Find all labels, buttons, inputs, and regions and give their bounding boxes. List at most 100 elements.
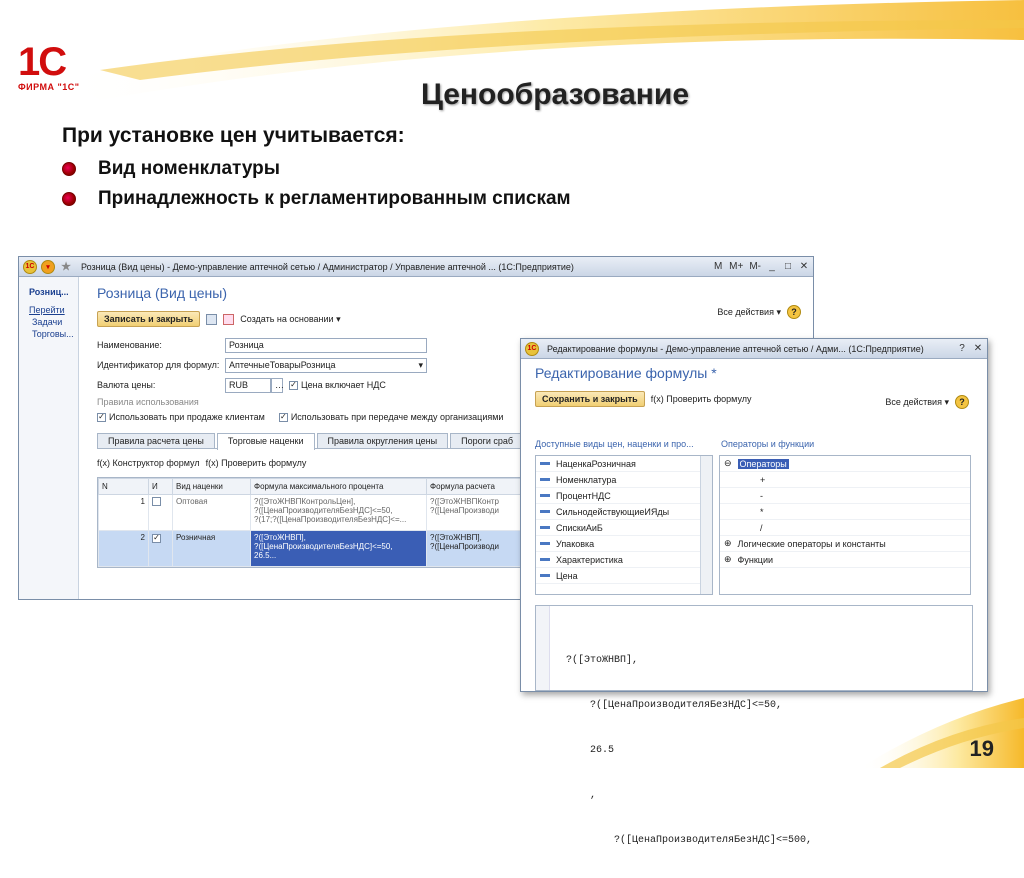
name-label: Наименование: [97,340,162,350]
cell-use[interactable]: ✓ [148,530,173,567]
window1-title-buttons: M M+ M- _ □ ✕ [713,261,809,272]
sidebar-group-goto[interactable]: Перейти [29,305,78,315]
help-button[interactable]: ? [957,343,967,354]
editor-actions: Все действия ▾ ? [885,395,969,409]
expand-icon: ⊕ [724,538,732,548]
formula-constructor-button[interactable]: f(x) Конструктор формул [97,458,200,468]
sidebar-item-current[interactable]: Розниц... [29,287,78,297]
available-types-list[interactable]: НаценкаРозничная Номенклатура ПроцентНДС… [535,455,713,595]
list-item[interactable]: ПроцентНДС [536,488,712,504]
currency-select-button[interactable]: … [271,377,284,393]
dropdown-icon: ▾ [418,359,423,370]
vat-checkbox[interactable]: ✓ [289,380,298,390]
app-1c-icon[interactable]: 1С [525,341,539,356]
app-1c-icon[interactable]: 1С [23,259,37,274]
use-transfer-checkbox[interactable]: ✓ [278,412,288,422]
formula-check-icon: f(x) [205,458,219,468]
window1-title: Розница (Вид цены) - Демо-управление апт… [81,261,574,272]
help-icon[interactable]: ? [955,395,969,409]
all-actions-button[interactable]: Все действия ▾ [717,307,781,318]
save-close-button[interactable]: Сохранить и закрыть [535,391,645,407]
list-item[interactable]: Характеристика [536,552,712,568]
cell-kind: Оптовая [172,494,251,531]
sidebar-item-trade[interactable]: Торговы... [29,329,78,339]
tree-item[interactable]: / [720,520,970,536]
maximize-button[interactable]: □ [783,261,793,272]
bullet-item: Принадлежность к регламентированным спис… [62,184,571,214]
collapse-icon: ⊖ [724,458,732,468]
close-button[interactable]: ✕ [799,261,809,272]
tab-rounding[interactable]: Правила округления цены [316,433,449,448]
tree-item[interactable]: + [720,472,970,488]
table-header-row: N И Вид наценки Формула максимального пр… [98,478,536,495]
save-icon[interactable] [206,313,218,325]
currency-input[interactable]: RUB [225,377,271,393]
form-toolbar: Записать и закрыть Создать на основании … [97,309,809,329]
memory-m-button[interactable]: M [713,261,723,272]
cell-use[interactable] [148,494,173,531]
col-kind[interactable]: Вид наценки [172,478,251,495]
tree-group-functions[interactable]: ⊕ Функции [720,552,970,568]
cell-formula[interactable]: ?([ЭтоЖНВП], ?([ЦенаПроизводителяБезНДС]… [250,530,427,567]
bullet-text: Принадлежность к регламентированным спис… [98,188,571,209]
window2-title: Редактирование формулы - Демо-управление… [547,343,924,354]
tab-price-rules[interactable]: Правила расчета цены [97,433,215,448]
code-line: ?([ЭтоЖНВП], [566,655,639,666]
minimize-button[interactable]: _ [767,261,777,272]
nav-sidebar: Розниц... Перейти Задачи Торговы... [19,277,79,599]
use-sale-label: Использовать при продаже клиентам [109,412,265,422]
memory-mplus-button[interactable]: M+ [729,261,743,272]
window1-titlebar[interactable]: 1С ▾ ★ Розница (Вид цены) - Демо-управле… [19,257,813,277]
formula-icon: f(x) [97,458,110,468]
window2-titlebar[interactable]: 1С Редактирование формулы - Демо-управле… [521,339,987,359]
actions-area: Все действия ▾ ? [717,305,801,319]
sidebar-item-tasks[interactable]: Задачи [29,317,78,327]
cell-n: 1 [98,494,149,531]
col-n[interactable]: N [98,478,149,495]
tab-markups[interactable]: Торговые наценки [216,433,315,450]
save-close-button[interactable]: Записать и закрыть [97,311,201,327]
col-max-formula[interactable]: Формула максимального процента [250,478,427,495]
slide-title: Ценообразование [420,78,690,111]
name-input[interactable]: Розница [225,337,427,353]
code-line: , [566,790,597,801]
formula-code-editor[interactable]: ?([ЭтоЖНВП], ?([ЦенаПроизводителяБезНДС]… [535,605,973,846]
list-item[interactable]: СильнодействующиеИЯды [536,504,712,520]
list-item[interactable]: Цена [536,568,712,584]
operators-tree[interactable]: ⊖ Операторы + - * / ⊕ Логические операторы… [719,455,971,595]
tab-thresholds[interactable]: Пороги сраб [450,433,525,448]
tree-item[interactable]: * [720,504,970,520]
tree-group-operators[interactable]: ⊖ Операторы [720,456,970,472]
check-formula-button[interactable]: f(x) Проверить формулу [651,394,752,404]
scrollbar[interactable] [700,456,712,594]
vat-label: Цена включает НДС [301,380,386,390]
table-row[interactable]: 1 Оптовая ?([ЭтоЖНВПКонтрольЦен], ?([Цен… [98,494,536,531]
list-item[interactable]: СпискиАиБ [536,520,712,536]
formula-id-input[interactable]: АптечныеТоварыРозница ▾ [225,357,427,373]
all-actions-button[interactable]: Все действия ▾ [885,397,949,408]
col-use[interactable]: И [148,478,173,495]
formula-editor-window: 1С Редактирование формулы - Демо-управле… [520,338,988,846]
list-item[interactable]: НаценкаРозничная [536,456,712,472]
delete-icon[interactable] [223,313,235,325]
tree-item[interactable]: - [720,488,970,504]
tree-group-logic[interactable]: ⊕ Логические операторы и константы [720,536,970,552]
menu-arrow-icon[interactable]: ▾ [41,259,55,274]
list-item[interactable]: Упаковка [536,536,712,552]
bullet-list: Вид номенклатуры Принадлежность к реглам… [62,154,571,214]
list-item[interactable]: Номенклатура [536,472,712,488]
help-icon[interactable]: ? [787,305,801,319]
cell-n: 2 [98,530,149,567]
create-based-button[interactable]: Создать на основании ▾ [240,314,340,325]
page-number: 19 [969,736,994,761]
code-gutter [536,606,550,690]
window2-content: Редактирование формулы * Сохранить и зак… [521,359,987,846]
memory-mminus-button[interactable]: M- [749,261,761,272]
table-row[interactable]: 2 ✓ Розничная ?([ЭтоЖНВП], ?([ЦенаПроизв… [98,530,536,567]
bullet-icon [62,162,76,176]
close-button[interactable]: ✕ [973,343,983,354]
favorite-star-icon[interactable]: ★ [59,260,73,274]
check-formula-button[interactable]: f(x) Проверить формулу [206,458,307,468]
use-sale-checkbox[interactable]: ✓ [97,412,106,422]
cell-formula[interactable]: ?([ЭтоЖНВПКонтрольЦен], ?([ЦенаПроизводи… [250,494,427,531]
